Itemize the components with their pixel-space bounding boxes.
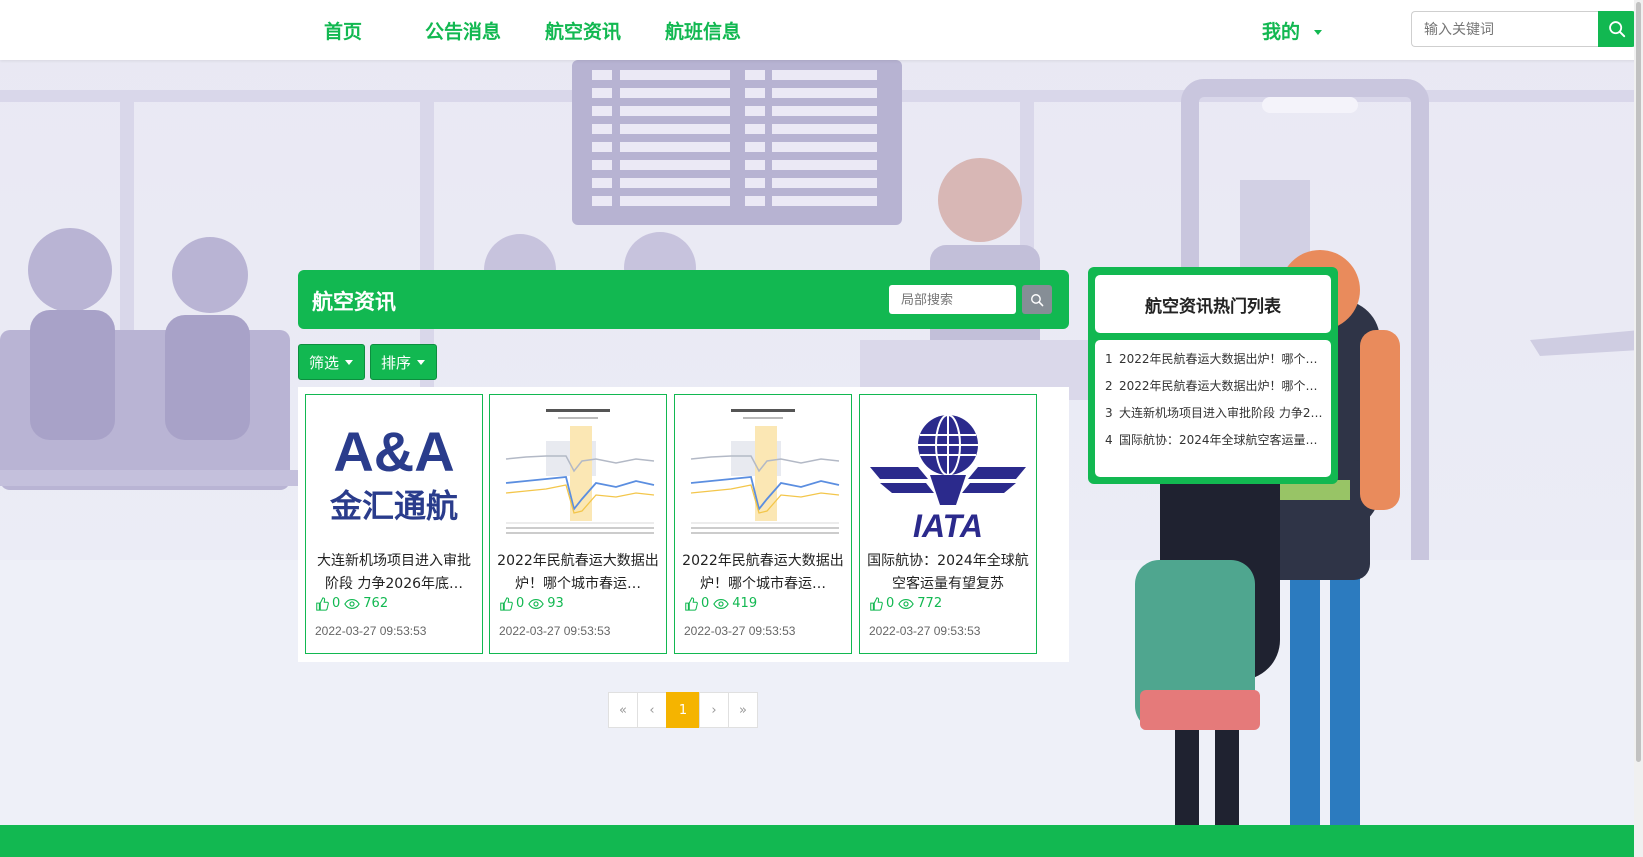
eye-icon (528, 598, 545, 609)
card-date: 2022-03-27 09:53:53 (684, 624, 796, 638)
thumb-up-icon[interactable] (869, 596, 883, 611)
caret-down-icon (417, 359, 426, 365)
card-stats: 0 419 (684, 596, 757, 611)
local-search-button[interactable] (1022, 285, 1052, 314)
search-icon (1031, 293, 1044, 306)
thumb-up-icon[interactable] (499, 596, 513, 611)
top-navbar: 首页 公告消息 航空资讯 航班信息 我的 (0, 0, 1643, 60)
search-icon (1609, 21, 1626, 38)
card-stats: 0 762 (315, 596, 388, 611)
news-card[interactable]: A&A 金汇通航 大连新机场项目进入审批阶段 力争2026年底… 0 762 2… (305, 394, 483, 654)
eye-icon (344, 598, 361, 609)
nav-aviation-news[interactable]: 航空资讯 (545, 17, 621, 44)
card-stats: 0 93 (499, 596, 564, 611)
view-count: 93 (547, 596, 564, 611)
filter-dropdown-button[interactable]: 筛选 (298, 344, 365, 380)
thumb-up-icon[interactable] (315, 596, 329, 611)
global-search-input[interactable] (1411, 11, 1598, 47)
card-title[interactable]: 2022年民航春运大数据出炉！哪个城市春运… (496, 550, 660, 596)
hot-news-item[interactable]: 2 2022年民航春运大数据出炉！哪个城市春运… (1105, 377, 1325, 394)
card-image-chart (681, 401, 845, 545)
view-count: 419 (732, 596, 758, 611)
nav-announcements[interactable]: 公告消息 (425, 17, 501, 44)
svg-text:金汇通航: 金汇通航 (329, 487, 458, 525)
pagination-last[interactable]: » (728, 692, 758, 728)
eye-icon (898, 598, 915, 609)
pagination-prev[interactable]: ‹ (637, 692, 667, 728)
hot-news-list: 1 2022年民航春运大数据出炉！哪个城市春运… 2 2022年民航春运大数据出炉！… (1095, 340, 1331, 477)
card-image-iata-logo: IATA (866, 401, 1030, 545)
footer-bar (0, 825, 1634, 857)
hot-news-panel: 航空资讯热门列表 1 2022年民航春运大数据出炉！哪个城市春运… 2 2022年民… (1088, 267, 1338, 484)
global-search-button[interactable] (1598, 11, 1636, 47)
news-card-grid: A&A 金汇通航 大连新机场项目进入审批阶段 力争2026年底… 0 762 2… (298, 387, 1069, 662)
news-card[interactable]: IATA 国际航协：2024年全球航空客运量有望复苏 0 772 2022-03… (859, 394, 1037, 654)
like-count: 0 (516, 596, 525, 611)
hot-news-text: 大连新机场项目进入审批阶段 力争2026年底… (1119, 406, 1325, 420)
sort-dropdown-button[interactable]: 排序 (370, 344, 437, 380)
card-title[interactable]: 2022年民航春运大数据出炉！哪个城市春运… (681, 550, 845, 596)
filter-label: 筛选 (309, 353, 340, 372)
view-count: 762 (363, 596, 389, 611)
card-date: 2022-03-27 09:53:53 (499, 624, 611, 638)
news-panel-header: 航空资讯 (298, 270, 1069, 329)
hot-news-item[interactable]: 4 国际航协：2024年全球航空客运量有望复苏 (1105, 431, 1325, 448)
hot-news-item[interactable]: 1 2022年民航春运大数据出炉！哪个城市春运… (1105, 350, 1325, 367)
like-count: 0 (886, 596, 895, 611)
hot-news-rank: 4 (1105, 433, 1113, 447)
svg-text:IATA: IATA (913, 508, 983, 544)
card-stats: 0 772 (869, 596, 942, 611)
thumb-up-icon[interactable] (684, 596, 698, 611)
sort-label: 排序 (381, 353, 412, 372)
card-title[interactable]: 大连新机场项目进入审批阶段 力争2026年底… (312, 550, 476, 596)
local-search-input[interactable] (889, 285, 1016, 314)
hot-news-text: 2022年民航春运大数据出炉！哪个城市春运… (1119, 379, 1325, 393)
nav-mine-dropdown[interactable]: 我的 (1262, 17, 1323, 44)
page-scrollbar-thumb[interactable] (1636, 2, 1641, 762)
hot-news-rank: 1 (1105, 352, 1113, 366)
like-count: 0 (332, 596, 341, 611)
hot-news-rank: 2 (1105, 379, 1113, 393)
panel-title: 航空资讯 (312, 290, 396, 314)
svg-text:A&A: A&A (333, 420, 454, 483)
card-image-chart (496, 401, 660, 545)
view-count: 772 (917, 596, 943, 611)
hot-news-title: 航空资讯热门列表 (1095, 275, 1331, 333)
pagination-first[interactable]: « (608, 692, 638, 728)
hot-news-text: 2022年民航春运大数据出炉！哪个城市春运… (1119, 352, 1325, 366)
hot-news-rank: 3 (1105, 406, 1113, 420)
card-title[interactable]: 国际航协：2024年全球航空客运量有望复苏 (866, 550, 1030, 596)
caret-down-icon (345, 359, 354, 365)
hot-news-item[interactable]: 3 大连新机场项目进入审批阶段 力争2026年底… (1105, 404, 1325, 421)
nav-home[interactable]: 首页 (324, 17, 362, 44)
pagination: « ‹ 1 › » (608, 692, 758, 728)
card-date: 2022-03-27 09:53:53 (869, 624, 981, 638)
pagination-page-current[interactable]: 1 (666, 692, 700, 728)
like-count: 0 (701, 596, 710, 611)
eye-icon (713, 598, 730, 609)
card-date: 2022-03-27 09:53:53 (315, 624, 427, 638)
pagination-next[interactable]: › (699, 692, 729, 728)
nav-mine-label: 我的 (1262, 21, 1301, 43)
news-card[interactable]: 2022年民航春运大数据出炉！哪个城市春运… 0 93 2022-03-27 0… (489, 394, 667, 654)
card-image-aa-logo: A&A 金汇通航 (312, 401, 476, 545)
hot-news-text: 国际航协：2024年全球航空客运量有望复苏 (1119, 433, 1325, 447)
caret-down-icon (1314, 30, 1323, 35)
nav-flight-info[interactable]: 航班信息 (665, 17, 741, 44)
news-card[interactable]: 2022年民航春运大数据出炉！哪个城市春运… 0 419 2022-03-27 … (674, 394, 852, 654)
